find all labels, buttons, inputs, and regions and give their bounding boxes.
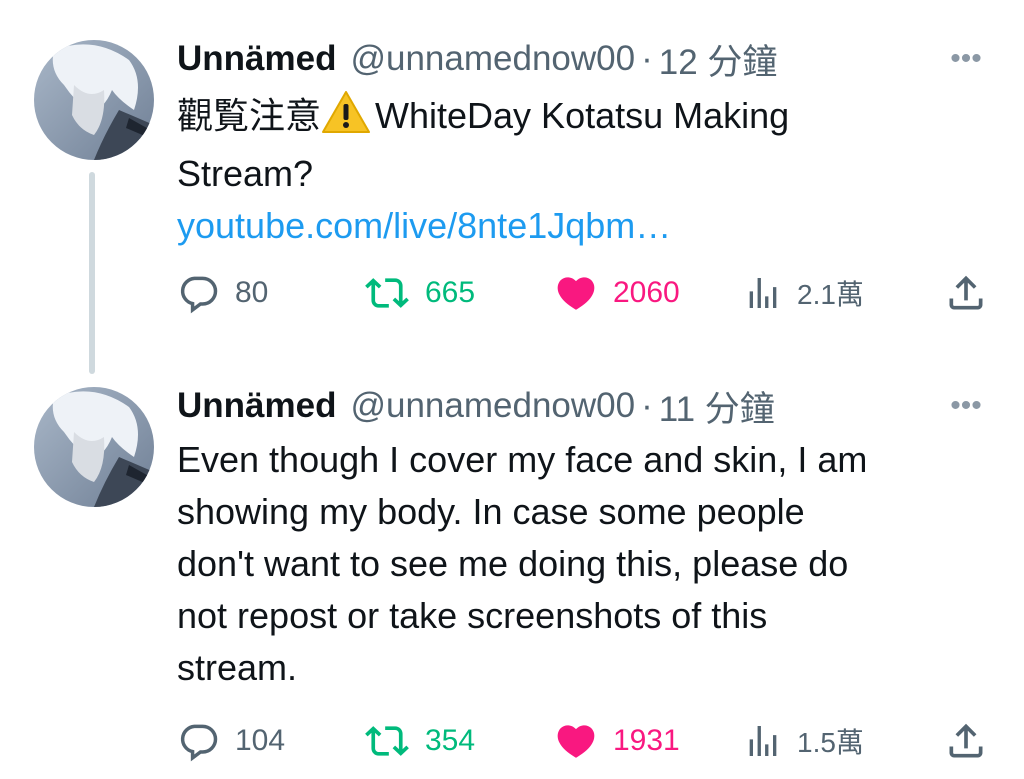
timestamp[interactable]: 11 分鐘	[659, 381, 775, 432]
tweet-text-segment: 觀覧注意	[177, 95, 322, 136]
tweet-link[interactable]: youtube.com/live/8nte1Jqbm…	[177, 200, 977, 252]
reply-button[interactable]: 80	[177, 271, 268, 315]
tweet-text-line: Even though I cover my face and skin, I …	[177, 439, 868, 480]
repost-button[interactable]: 665	[363, 271, 475, 315]
separator-dot: ·	[641, 386, 653, 425]
more-icon: •••	[950, 42, 982, 75]
separator-dot: ·	[641, 39, 653, 78]
reply-count: 104	[235, 724, 286, 757]
tweet-text: 觀覧注意 WhiteDay Kotatsu Making Stream? yout…	[177, 90, 977, 252]
avatar[interactable]	[34, 387, 154, 507]
tweet-text-line: showing my body. In case some people	[177, 491, 805, 532]
reply-count: 80	[235, 276, 269, 309]
tweet-actions: 104 354 1931 1.5萬	[177, 719, 992, 763]
more-options-button[interactable]: •••	[944, 39, 988, 79]
more-icon: •••	[950, 389, 982, 422]
tweet-actions: 80 665 2060 2.1萬	[177, 271, 992, 315]
like-count: 2060	[613, 276, 680, 309]
repost-count: 665	[425, 276, 476, 309]
views-count: 1.5萬	[797, 727, 864, 758]
views-button[interactable]: 1.5萬	[743, 719, 864, 763]
views-count: 2.1萬	[797, 279, 864, 310]
share-button[interactable]	[943, 271, 989, 315]
display-name[interactable]: Unnämed	[177, 39, 336, 79]
share-icon	[949, 723, 983, 758]
tweet-text-segment: WhiteDay Kotatsu Making	[375, 95, 790, 136]
display-name[interactable]: Unnämed	[177, 386, 336, 426]
repost-count: 354	[425, 724, 476, 757]
tweet-text-line: not repost or take screenshots of this	[177, 595, 768, 636]
more-options-button[interactable]: •••	[944, 386, 988, 426]
tweet-header: Unnämed @unnamednow00 · 12 分鐘	[177, 39, 777, 82]
timestamp[interactable]: 12 分鐘	[659, 34, 778, 85]
reply-icon	[180, 724, 218, 762]
warning-emoji-icon	[321, 90, 371, 148]
repost-icon	[365, 726, 409, 756]
share-icon	[949, 275, 983, 310]
tweet-text: Even though I cover my face and skin, I …	[177, 434, 977, 694]
heart-icon	[557, 725, 595, 758]
thread-connector-line	[89, 172, 95, 374]
tweet-text-line: 觀覧注意 WhiteDay Kotatsu Making	[177, 90, 977, 148]
like-button[interactable]: 2060	[553, 271, 680, 315]
username-handle[interactable]: @unnamednow00	[350, 386, 635, 426]
repost-icon	[365, 278, 409, 308]
views-icon	[749, 726, 777, 756]
tweet-text-line: Stream?	[177, 153, 314, 194]
tweet-header: Unnämed @unnamednow00 · 11 分鐘	[177, 386, 775, 429]
tweet-text-line: don't want to see me doing this, please …	[177, 543, 849, 584]
avatar[interactable]	[34, 40, 154, 160]
repost-button[interactable]: 354	[363, 719, 475, 763]
views-icon	[749, 278, 777, 308]
like-count: 1931	[613, 724, 680, 757]
tweet-text-line: stream.	[177, 647, 298, 688]
reply-icon	[180, 276, 218, 314]
like-button[interactable]: 1931	[553, 719, 680, 763]
username-handle[interactable]: @unnamednow00	[350, 39, 635, 79]
views-button[interactable]: 2.1萬	[743, 271, 864, 315]
reply-button[interactable]: 104	[177, 719, 285, 763]
heart-icon	[557, 277, 595, 310]
share-button[interactable]	[943, 719, 989, 763]
